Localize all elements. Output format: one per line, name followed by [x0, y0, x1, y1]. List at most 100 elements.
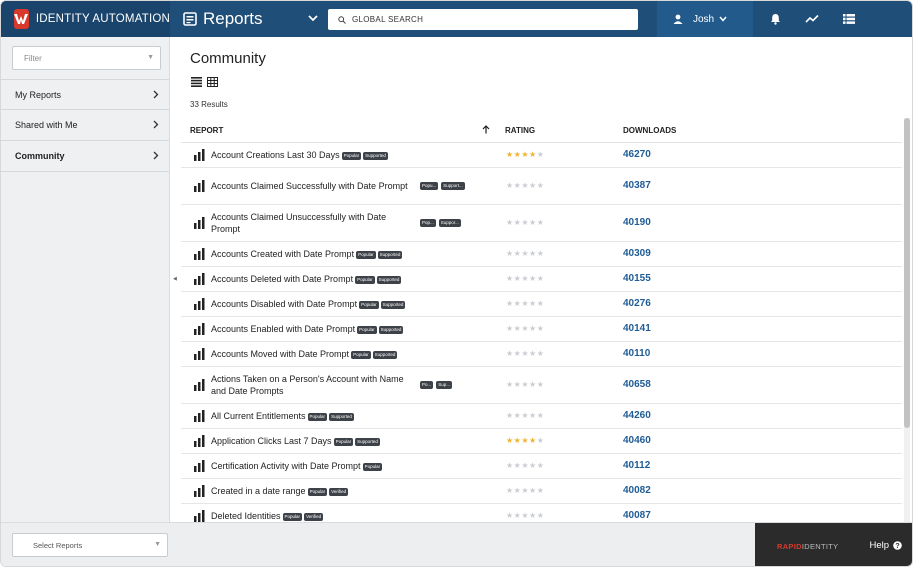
star-icon[interactable]: ★ — [529, 218, 537, 227]
download-count[interactable]: 40460 — [623, 435, 651, 446]
table-row[interactable]: Created in a date range Popular Verified ★★… — [181, 479, 902, 504]
rating-stars[interactable]: ★★★★★ — [506, 218, 544, 227]
star-icon[interactable]: ★ — [506, 150, 514, 159]
star-icon[interactable]: ★ — [529, 274, 537, 283]
list-menu-button[interactable] — [831, 1, 867, 37]
table-row[interactable]: Account Creations Last 30 Days Popular Sup… — [181, 143, 902, 168]
table-row[interactable]: Actions Taken on a Person's Account with… — [181, 367, 902, 404]
sort-ascending-icon[interactable] — [482, 125, 490, 134]
global-search-box[interactable] — [328, 9, 638, 30]
column-header-rating[interactable]: RATING — [505, 126, 535, 135]
select-reports-dropdown[interactable]: Select Reports ▼ — [12, 533, 168, 557]
star-icon[interactable]: ★ — [506, 486, 514, 495]
table-row[interactable]: Accounts Claimed Unsuccessfully with Dat… — [181, 205, 902, 242]
download-count[interactable]: 40155 — [623, 273, 651, 284]
report-name[interactable]: Accounts Created with Date Prompt Popular… — [211, 248, 403, 260]
table-row[interactable]: Deleted Identities Popular Verified ★★★★★ 40… — [181, 504, 902, 522]
star-icon[interactable]: ★ — [537, 181, 545, 190]
star-icon[interactable]: ★ — [537, 218, 545, 227]
list-view-icon[interactable] — [191, 77, 202, 87]
rating-stars[interactable]: ★★★★★ — [506, 486, 544, 495]
download-count[interactable]: 40112 — [623, 460, 650, 471]
rating-stars[interactable]: ★★★★★ — [506, 461, 544, 470]
column-header-report[interactable]: REPORT — [190, 126, 223, 135]
rating-stars[interactable]: ★★★★★ — [506, 380, 544, 389]
table-row[interactable]: Accounts Deleted with Date Prompt Popular… — [181, 267, 902, 292]
rating-stars[interactable]: ★★★★★ — [506, 436, 544, 445]
star-icon[interactable]: ★ — [506, 436, 514, 445]
download-count[interactable]: 40387 — [623, 180, 651, 191]
download-count[interactable]: 40658 — [623, 379, 651, 390]
report-name[interactable]: Accounts Deleted with Date Prompt Popular… — [211, 273, 402, 285]
report-name[interactable]: Account Creations Last 30 Days Popular Sup… — [211, 149, 388, 161]
star-icon[interactable]: ★ — [529, 324, 537, 333]
report-name[interactable]: Accounts Enabled with Date Prompt Popular… — [211, 323, 404, 335]
module-switcher[interactable]: Reports — [170, 1, 318, 37]
rating-stars[interactable]: ★★★★★ — [506, 249, 544, 258]
grid-view-icon[interactable] — [207, 77, 218, 87]
star-icon[interactable]: ★ — [537, 299, 545, 308]
table-row[interactable]: Accounts Disabled with Date Prompt Popula… — [181, 292, 902, 317]
chevron-down-icon[interactable] — [308, 14, 318, 22]
star-icon[interactable]: ★ — [521, 486, 529, 495]
star-icon[interactable]: ★ — [506, 218, 514, 227]
global-search-input[interactable] — [352, 15, 632, 24]
report-name[interactable]: All Current Entitlements Popular Supported — [211, 410, 354, 422]
star-icon[interactable]: ★ — [521, 461, 529, 470]
report-name[interactable]: Accounts Disabled with Date Prompt Popula… — [211, 298, 406, 310]
star-icon[interactable]: ★ — [529, 181, 537, 190]
sidebar-item-community[interactable]: Community — [1, 141, 169, 172]
download-count[interactable]: 40276 — [623, 298, 651, 309]
brand-area[interactable]: IDENTITY AUTOMATION — [1, 1, 170, 37]
scrollbar[interactable] — [904, 118, 910, 522]
star-icon[interactable]: ★ — [506, 380, 514, 389]
report-name[interactable]: Accounts Moved with Date Prompt Popular Su… — [211, 348, 398, 360]
star-icon[interactable]: ★ — [521, 436, 529, 445]
table-row[interactable]: Application Clicks Last 7 Days Popular Sup… — [181, 429, 902, 454]
star-icon[interactable]: ★ — [506, 299, 514, 308]
table-row[interactable]: Accounts Enabled with Date Prompt Popular… — [181, 317, 902, 342]
download-count[interactable]: 40110 — [623, 348, 650, 359]
rating-stars[interactable]: ★★★★★ — [506, 181, 544, 190]
star-icon[interactable]: ★ — [506, 181, 514, 190]
star-icon[interactable]: ★ — [537, 436, 545, 445]
column-header-downloads[interactable]: DOWNLOADS — [623, 126, 676, 135]
download-count[interactable]: 40141 — [623, 323, 651, 334]
rating-stars[interactable]: ★★★★★ — [506, 324, 544, 333]
star-icon[interactable]: ★ — [521, 299, 529, 308]
rating-stars[interactable]: ★★★★★ — [506, 411, 544, 420]
star-icon[interactable]: ★ — [529, 380, 537, 389]
report-name[interactable]: Application Clicks Last 7 Days Popular Sup… — [211, 435, 380, 447]
star-icon[interactable]: ★ — [506, 461, 514, 470]
star-icon[interactable]: ★ — [537, 249, 545, 258]
star-icon[interactable]: ★ — [537, 511, 545, 520]
star-icon[interactable]: ★ — [537, 411, 545, 420]
download-count[interactable]: 40309 — [623, 248, 651, 259]
star-icon[interactable]: ★ — [537, 150, 545, 159]
star-icon[interactable]: ★ — [521, 150, 529, 159]
star-icon[interactable]: ★ — [521, 511, 529, 520]
table-row[interactable]: Accounts Moved with Date Prompt Popular Su… — [181, 342, 902, 367]
star-icon[interactable]: ★ — [529, 349, 537, 358]
star-icon[interactable]: ★ — [521, 249, 529, 258]
star-icon[interactable]: ★ — [521, 380, 529, 389]
activity-button[interactable] — [794, 1, 830, 37]
sidebar-item-shared-with-me[interactable]: Shared with Me — [1, 110, 169, 141]
download-count[interactable]: 44260 — [623, 410, 651, 421]
report-name[interactable]: Accounts Claimed Unsuccessfully with Dat… — [211, 211, 411, 235]
star-icon[interactable]: ★ — [537, 380, 545, 389]
download-count[interactable]: 40087 — [623, 510, 651, 521]
star-icon[interactable]: ★ — [506, 511, 514, 520]
star-icon[interactable]: ★ — [529, 436, 537, 445]
table-row[interactable]: Accounts Claimed Successfully with Date … — [181, 168, 902, 205]
star-icon[interactable]: ★ — [537, 349, 545, 358]
star-icon[interactable]: ★ — [529, 511, 537, 520]
download-count[interactable]: 40082 — [623, 485, 651, 496]
star-icon[interactable]: ★ — [506, 411, 514, 420]
star-icon[interactable]: ★ — [529, 299, 537, 308]
download-count[interactable]: 40190 — [623, 217, 651, 228]
rating-stars[interactable]: ★★★★★ — [506, 299, 544, 308]
star-icon[interactable]: ★ — [521, 218, 529, 227]
sidebar-item-my-reports[interactable]: My Reports — [1, 79, 169, 110]
star-icon[interactable]: ★ — [537, 324, 545, 333]
